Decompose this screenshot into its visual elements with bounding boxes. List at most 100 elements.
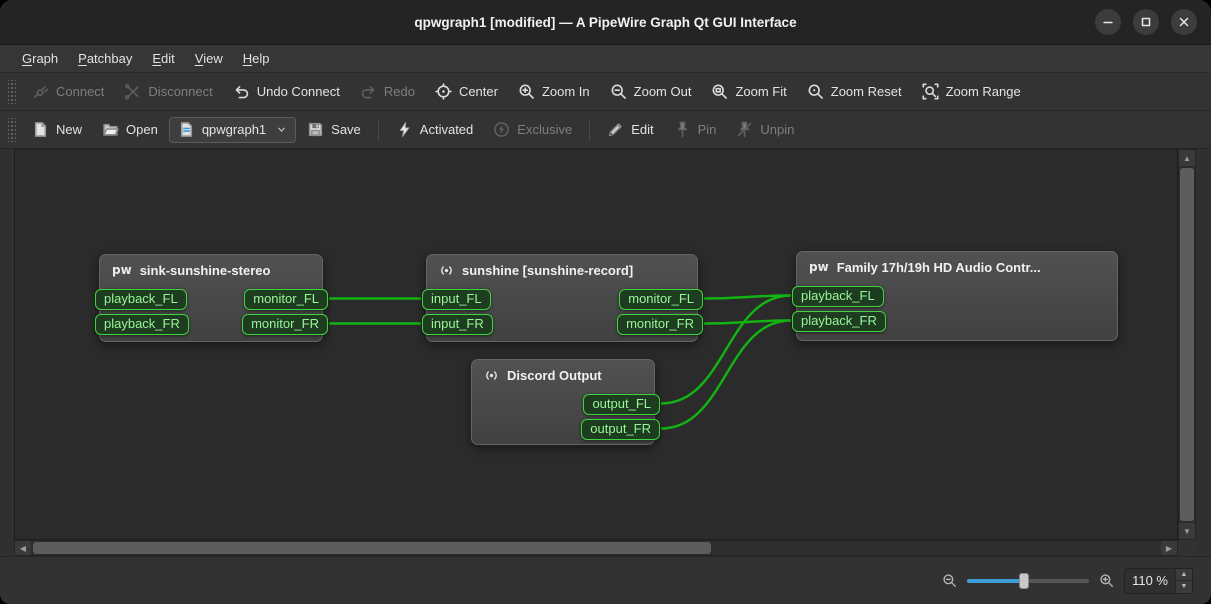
node-port-row: playback_FL xyxy=(797,286,1117,307)
node-header[interactable]: Discord Output xyxy=(472,360,654,390)
node-port-row: output_FR xyxy=(472,419,654,440)
toolbar-edit-button[interactable]: Edit xyxy=(598,115,662,145)
node-title: Family 17h/19h HD Audio Contr... xyxy=(837,260,1041,275)
toolbar-button-label: Zoom Range xyxy=(946,84,1021,99)
menu-view-label: View xyxy=(195,51,223,66)
toolbar-button-label: Open xyxy=(126,122,158,137)
zoom-out-icon[interactable] xyxy=(942,573,957,588)
patchbay-toolbar: New Open qpwgraph1 Save ActivatedExclusive Ed… xyxy=(0,111,1211,149)
port-monitor-fl[interactable]: monitor_FL xyxy=(244,289,328,310)
port-playback-fr[interactable]: playback_FR xyxy=(95,314,189,335)
pipewire-icon: pw xyxy=(809,260,829,274)
scrollbar-corner xyxy=(1178,540,1196,556)
horizontal-scroll-thumb[interactable] xyxy=(33,542,711,554)
toolbar-activated-button[interactable]: Activated xyxy=(387,115,482,145)
toolbar-center-button[interactable]: Center xyxy=(426,77,507,107)
menu-edit[interactable]: Edit xyxy=(142,45,184,72)
patchbay-select-combo[interactable]: qpwgraph1 xyxy=(169,117,296,143)
stream-node-icon xyxy=(484,368,499,383)
node-title: Discord Output xyxy=(507,368,602,383)
minimize-icon xyxy=(1100,14,1116,30)
scroll-down-arrow[interactable]: ▼ xyxy=(1179,523,1195,539)
port-input-fl[interactable]: input_FL xyxy=(422,289,491,310)
toolbar-save-button[interactable]: Save xyxy=(298,115,370,145)
graph-node-sunshine-sunshine-record-[interactable]: sunshine [sunshine-record]input_FLmonito… xyxy=(426,254,698,342)
node-header[interactable]: pw Family 17h/19h HD Audio Contr... xyxy=(797,252,1117,282)
node-port-row: playback_FR xyxy=(797,311,1117,332)
statusbar: 110 % ▲ ▼ xyxy=(0,556,1211,604)
zoom-spin-down-button[interactable]: ▼ xyxy=(1175,581,1192,593)
toolbar-handle[interactable] xyxy=(8,80,16,104)
toolbar-zoom-in-button[interactable]: Zoom In xyxy=(509,77,599,107)
port-output-fl[interactable]: output_FL xyxy=(583,394,660,415)
zoom-range-icon xyxy=(922,83,939,100)
toolbar-unpin-button[interactable]: Unpin xyxy=(727,115,803,145)
toolbar-redo-button[interactable]: Redo xyxy=(351,77,424,107)
patchbay-toolbar-items: New Open qpwgraph1 Save ActivatedExclusive Ed… xyxy=(23,115,803,145)
port-monitor-fr[interactable]: monitor_FR xyxy=(617,314,703,335)
connections-layer xyxy=(15,150,1177,539)
toolbar-open-button[interactable]: Open xyxy=(93,115,167,145)
node-header[interactable]: sunshine [sunshine-record] xyxy=(427,255,697,285)
zoom-reset-icon xyxy=(807,83,824,100)
edit-icon xyxy=(607,121,624,138)
close-button[interactable] xyxy=(1171,9,1197,35)
maximize-button[interactable] xyxy=(1133,9,1159,35)
menu-view[interactable]: View xyxy=(185,45,233,72)
graph-node-discord-output[interactable]: Discord Outputoutput_FLoutput_FR xyxy=(471,359,655,445)
menu-edit-label: Edit xyxy=(152,51,174,66)
node-ports: playback_FLmonitor_FLplayback_FRmonitor_… xyxy=(100,289,322,335)
vertical-scroll-track[interactable] xyxy=(1179,166,1195,523)
horizontal-scroll-track[interactable] xyxy=(31,541,1161,555)
port-monitor-fl[interactable]: monitor_FL xyxy=(619,289,703,310)
toolbar-new-button[interactable]: New xyxy=(23,115,91,145)
node-header[interactable]: pwsink-sunshine-stereo xyxy=(100,255,322,285)
zoom-in-icon xyxy=(518,83,535,100)
toolbar-undo-connect-button[interactable]: Undo Connect xyxy=(224,77,349,107)
menu-patchbay[interactable]: Patchbay xyxy=(68,45,142,72)
toolbar-zoom-range-button[interactable]: Zoom Range xyxy=(913,77,1030,107)
zoom-slider-handle[interactable] xyxy=(1019,573,1029,589)
port-playback-fl[interactable]: playback_FL xyxy=(792,286,884,307)
open-icon xyxy=(102,121,119,138)
zoom-slider[interactable] xyxy=(967,572,1089,590)
graph-node-sink-sunshine-stereo[interactable]: pwsink-sunshine-stereo playback_FLmonitor… xyxy=(99,254,323,342)
toolbar-exclusive-button[interactable]: Exclusive xyxy=(484,115,581,145)
vertical-scroll-thumb[interactable] xyxy=(1180,168,1194,521)
graph-node-family-17h-19h-hd-audio-contr-[interactable]: pw Family 17h/19h HD Audio Contr... playba… xyxy=(796,251,1118,341)
vertical-scrollbar[interactable]: ▲ ▼ xyxy=(1178,149,1196,540)
toolbar-pin-button[interactable]: Pin xyxy=(665,115,726,145)
toolbar-zoom-reset-button[interactable]: Zoom Reset xyxy=(798,77,911,107)
scroll-left-arrow[interactable]: ◀ xyxy=(15,541,31,555)
zoom-value[interactable]: 110 % xyxy=(1125,573,1175,588)
toolbar-button-label: Pin xyxy=(698,122,717,137)
exclusive-icon xyxy=(493,121,510,138)
toolbar-handle[interactable] xyxy=(8,118,16,142)
menu-help[interactable]: Help xyxy=(233,45,280,72)
titlebar[interactable]: qpwgraph1 [modified] — A PipeWire Graph … xyxy=(0,0,1211,45)
toolbar-connect-button[interactable]: Connect xyxy=(23,77,113,107)
toolbar-disconnect-button[interactable]: Disconnect xyxy=(115,77,221,107)
port-input-fr[interactable]: input_FR xyxy=(422,314,493,335)
app-window: qpwgraph1 [modified] — A PipeWire Graph … xyxy=(0,0,1211,604)
chevron-down-icon xyxy=(276,124,287,135)
menu-graph[interactable]: Graph xyxy=(12,45,68,72)
graph-canvas[interactable]: pwsink-sunshine-stereoplayback_FLmonitor… xyxy=(14,149,1178,540)
port-output-fr[interactable]: output_FR xyxy=(581,419,660,440)
scroll-right-arrow[interactable]: ▶ xyxy=(1161,541,1177,555)
zoom-spin-up-button[interactable]: ▲ xyxy=(1175,569,1192,582)
scroll-up-arrow[interactable]: ▲ xyxy=(1179,150,1195,166)
toolbar-button-label: Zoom Out xyxy=(634,84,692,99)
toolbar-zoom-fit-button[interactable]: Zoom Fit xyxy=(702,77,795,107)
minimize-button[interactable] xyxy=(1095,9,1121,35)
zoom-spinbox[interactable]: 110 % ▲ ▼ xyxy=(1124,568,1193,594)
port-playback-fr[interactable]: playback_FR xyxy=(792,311,886,332)
menu-patchbay-label: Patchbay xyxy=(78,51,132,66)
port-playback-fl[interactable]: playback_FL xyxy=(95,289,187,310)
port-monitor-fr[interactable]: monitor_FR xyxy=(242,314,328,335)
zoom-in-icon[interactable] xyxy=(1099,573,1114,588)
horizontal-scrollbar[interactable]: ◀ ▶ xyxy=(14,540,1178,556)
toolbar-zoom-out-button[interactable]: Zoom Out xyxy=(601,77,701,107)
pin-icon xyxy=(674,121,691,138)
toolbar-button-label: qpwgraph1 xyxy=(202,122,266,137)
